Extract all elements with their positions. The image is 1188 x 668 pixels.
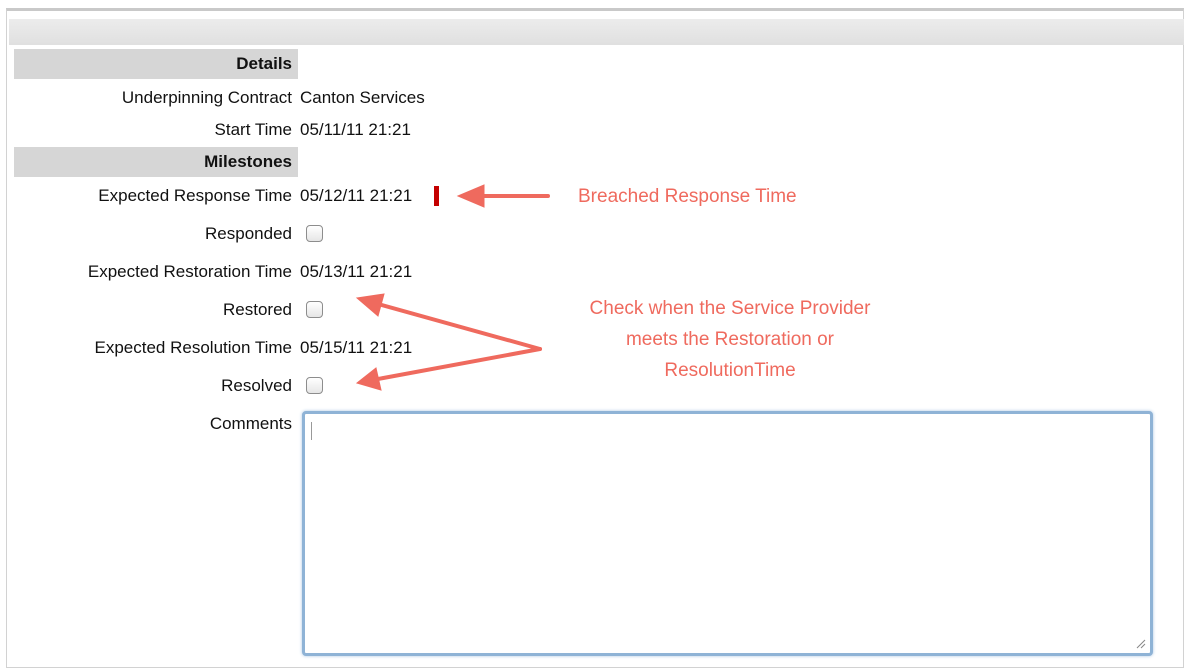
expected-resolution-time-value: 05/15/11 21:21 [300,338,413,357]
resolved-checkbox[interactable] [306,377,323,394]
expected-response-time-value: 05/12/11 21:21 [300,186,413,205]
text-caret [311,422,312,440]
annotation-breached-response: Breached Response Time [578,186,797,207]
annotation-check-line-1: Check when the Service Provider [589,298,871,319]
panel-header-strip [9,19,1184,45]
start-time-label: Start Time [214,120,292,139]
expected-restoration-time-label: Expected Restoration Time [87,262,292,281]
breach-indicator [434,186,439,206]
restored-label: Restored [223,300,292,319]
start-time-value: 05/11/11 21:21 [300,120,411,139]
section-header-details: Details [14,49,298,79]
resolved-label: Resolved [221,376,292,395]
expected-response-time-label: Expected Response Time [98,186,292,205]
comments-textarea[interactable] [302,411,1153,656]
underpinning-contract-label: Underpinning Contract [121,88,292,107]
underpinning-contract-value: Canton Services [300,88,425,107]
expected-restoration-time-value: 05/13/11 21:21 [300,262,413,281]
responded-label: Responded [205,224,292,243]
expected-resolution-time-label: Expected Resolution Time [94,338,293,357]
section-header-milestones: Milestones [14,147,298,177]
comments-label: Comments [209,414,292,433]
restored-checkbox[interactable] [306,301,323,318]
resize-grip-icon[interactable] [1136,639,1146,649]
responded-checkbox[interactable] [306,225,323,242]
annotation-check-line-2: meets the Restoration or [625,329,835,350]
annotation-check-line-3: ResolutionTime [664,360,796,381]
